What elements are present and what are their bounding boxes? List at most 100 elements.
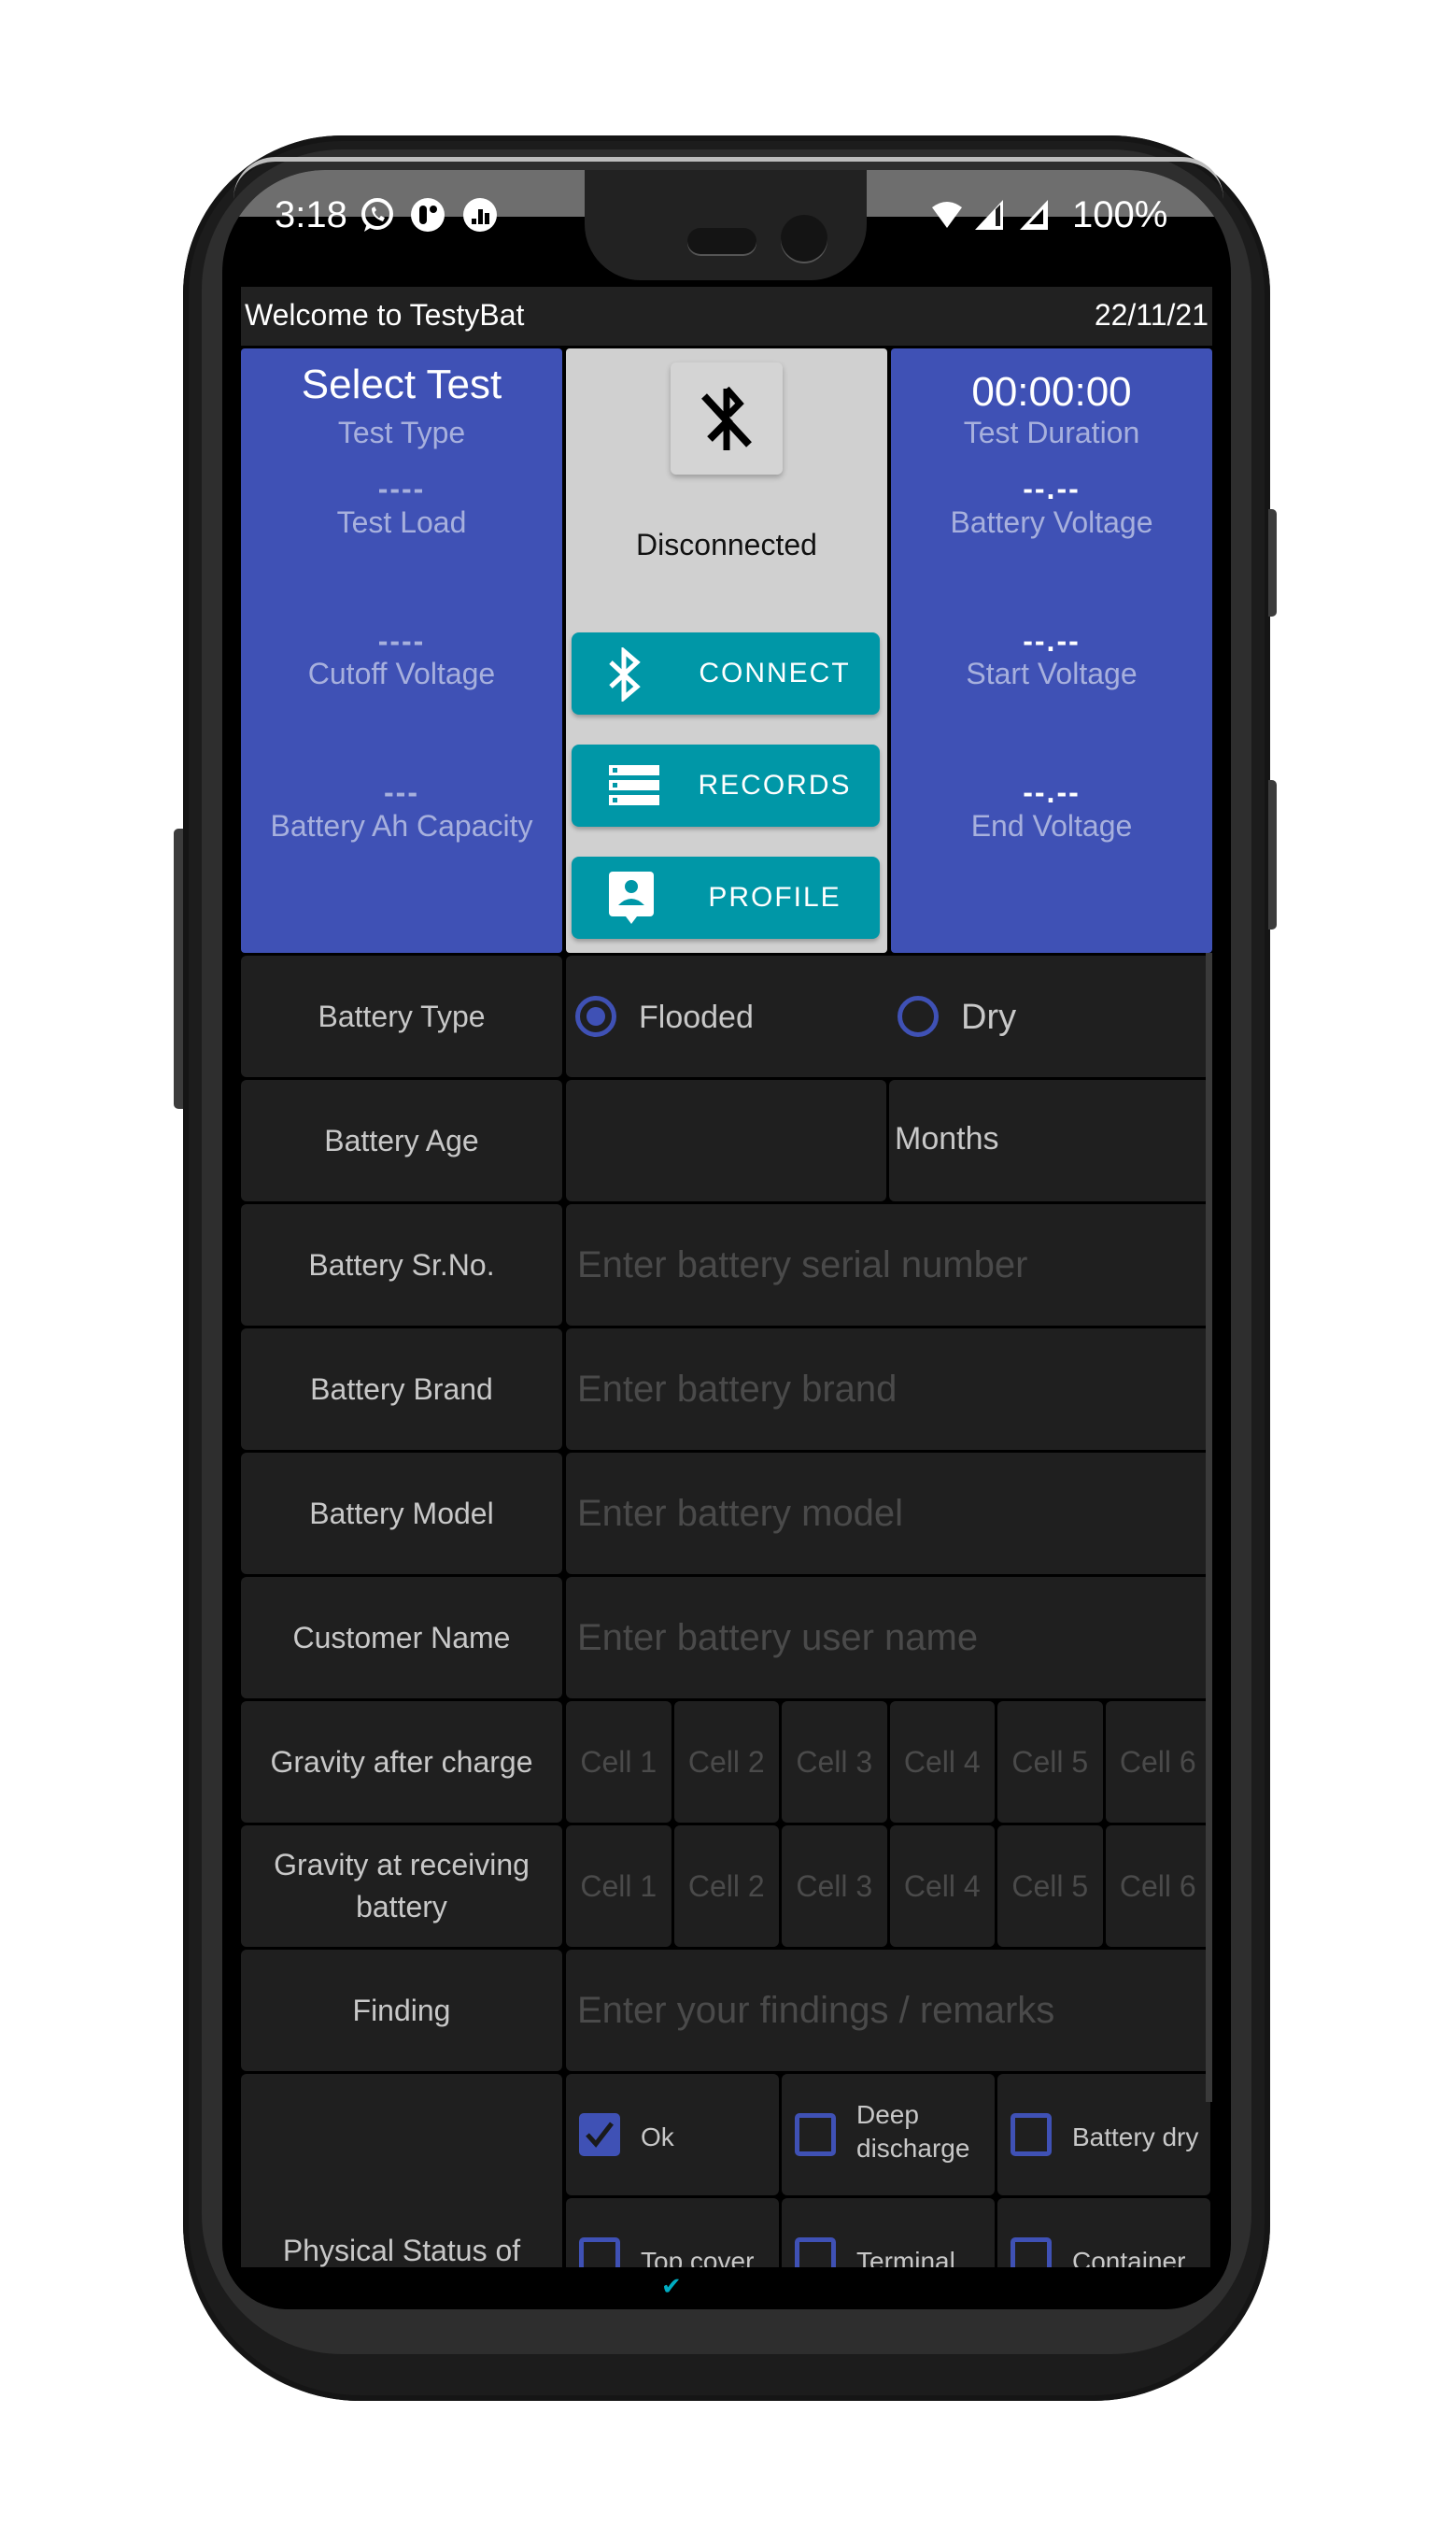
profile-label: PROFILE <box>708 882 841 913</box>
model-field <box>566 1453 1210 1574</box>
records-label: RECORDS <box>698 770 852 801</box>
checkbox[interactable] <box>795 2113 836 2156</box>
battery-voltage-value: --.-- <box>1023 472 1081 505</box>
physical-status-option[interactable]: Ok <box>566 2074 779 2195</box>
physical-status-option-label: Deep discharge <box>856 2100 970 2164</box>
front-camera <box>781 215 827 262</box>
finding-field <box>566 1950 1210 2071</box>
gravity-cell-input[interactable] <box>673 1825 779 1947</box>
ah-capacity-value: --- <box>384 775 419 809</box>
test-load-value: ---- <box>377 472 426 505</box>
radio-flooded-indicator[interactable] <box>575 996 616 1037</box>
gravity-cell-input[interactable] <box>673 1701 779 1823</box>
gravity-cell <box>997 1825 1103 1947</box>
test-duration-label: Test Duration <box>963 416 1140 449</box>
test-load-label: Test Load <box>336 505 467 539</box>
gravity-cell <box>1105 1701 1210 1823</box>
physical-status-option-label: Ok <box>641 2122 674 2151</box>
cutoff-voltage-value: ---- <box>377 624 426 658</box>
battery-voltage-label: Battery Voltage <box>950 505 1153 539</box>
start-voltage-label: Start Voltage <box>966 657 1138 690</box>
serial-input[interactable] <box>566 1204 1210 1326</box>
customer-label: Customer Name <box>241 1577 562 1698</box>
side-key <box>174 829 183 1109</box>
gravity-cell-input[interactable] <box>889 1701 995 1823</box>
brand-input[interactable] <box>566 1328 1210 1450</box>
battery-type-label: Battery Type <box>241 956 562 1077</box>
gravity-cell-input[interactable] <box>782 1825 887 1947</box>
physical-status-option[interactable]: Deep discharge <box>782 2074 995 2195</box>
gravity-cell-input[interactable] <box>566 1701 671 1823</box>
gravity-cell-input[interactable] <box>566 1825 671 1947</box>
cutoff-voltage-label: Cutoff Voltage <box>307 657 496 690</box>
radio-dry[interactable]: Dry <box>898 996 1178 1043</box>
customer-input[interactable] <box>566 1577 1210 1698</box>
scrollbar[interactable] <box>1206 953 1212 2102</box>
checkbox-checked[interactable] <box>579 2113 620 2156</box>
gravity-receiving-label: Gravity at receiving battery <box>241 1825 562 1947</box>
radio-flooded-label: Flooded <box>639 1000 754 1035</box>
test-type-label: Test Type <box>337 416 466 449</box>
model-input[interactable] <box>566 1453 1210 1574</box>
gravity-cell <box>782 1701 887 1823</box>
partial-check-icon: ✔ <box>661 2272 682 2300</box>
gravity-cell-input[interactable] <box>889 1825 995 1947</box>
brand-field <box>566 1328 1210 1450</box>
radio-dry-label: Dry <box>961 998 1017 1037</box>
battery-age-unit-cell: Months <box>889 1080 1210 1201</box>
end-voltage-label: End Voltage <box>970 809 1133 843</box>
profile-button[interactable]: PROFILE <box>572 857 880 939</box>
screen-bottom-edge <box>222 2267 1231 2309</box>
gravity-cell-input[interactable] <box>782 1701 887 1823</box>
serial-label: Battery Sr.No. <box>241 1204 562 1326</box>
whatsapp-icon <box>361 198 393 232</box>
battery-age-input[interactable] <box>566 1080 886 1201</box>
gravity-cell <box>782 1825 887 1947</box>
gravity-cell <box>889 1825 995 1947</box>
app-title: Welcome to TestyBat <box>245 298 525 332</box>
gravity-after-label: Gravity after charge <box>241 1701 562 1823</box>
power-button <box>1268 509 1277 617</box>
camera-notch <box>585 170 867 280</box>
radio-dry-indicator[interactable] <box>898 996 939 1037</box>
gravity-cell-input[interactable] <box>1105 1701 1210 1823</box>
volume-button <box>1268 780 1277 930</box>
checkbox[interactable] <box>1011 2113 1052 2156</box>
finding-label: Finding <box>241 1950 562 2071</box>
header-date: 22/11/21 <box>1094 298 1209 332</box>
records-button[interactable]: RECORDS <box>572 745 880 827</box>
physical-status-label: Physical Status of <box>241 2074 562 2298</box>
battery-age-input-cell <box>566 1080 886 1201</box>
gravity-cell <box>566 1825 671 1947</box>
gravity-cell-input[interactable] <box>1105 1825 1210 1947</box>
connect-button[interactable]: CONNECT <box>572 632 880 715</box>
connection-panel: Disconnected CONNECT RECORDS PROFILE <box>566 348 887 953</box>
brand-label: Battery Brand <box>241 1328 562 1450</box>
end-voltage-value: --.-- <box>1023 775 1081 809</box>
gravity-cell <box>566 1701 671 1823</box>
status-time: 3:18 <box>275 194 347 235</box>
gravity-cell-input[interactable] <box>997 1701 1103 1823</box>
start-voltage-value: --.-- <box>1023 624 1081 658</box>
ah-capacity-label: Battery Ah Capacity <box>270 809 533 843</box>
battery-percentage: 100% <box>1072 194 1168 235</box>
model-label: Battery Model <box>241 1453 562 1574</box>
notification-app-icon <box>411 198 445 232</box>
profile-icon <box>609 872 654 924</box>
signal-icon <box>975 200 1003 230</box>
stats-app-icon <box>463 198 497 232</box>
months-label: Months <box>895 1121 999 1157</box>
gravity-cell-input[interactable] <box>997 1825 1103 1947</box>
select-test-title[interactable]: Select Test <box>241 362 562 408</box>
bluetooth-status-button[interactable] <box>671 362 783 475</box>
finding-input[interactable] <box>566 1950 1210 2071</box>
physical-status-option[interactable]: Battery dry <box>997 2074 1210 2195</box>
radio-flooded[interactable]: Flooded <box>575 996 855 1043</box>
gravity-cell <box>997 1701 1103 1823</box>
check-icon <box>586 2122 614 2148</box>
connection-status: Disconnected <box>636 528 817 561</box>
gravity-cell <box>1105 1825 1210 1947</box>
physical-status-option-label: Battery dry <box>1072 2122 1199 2151</box>
gravity-cell <box>889 1701 995 1823</box>
bluetooth-disabled-icon <box>701 386 752 450</box>
